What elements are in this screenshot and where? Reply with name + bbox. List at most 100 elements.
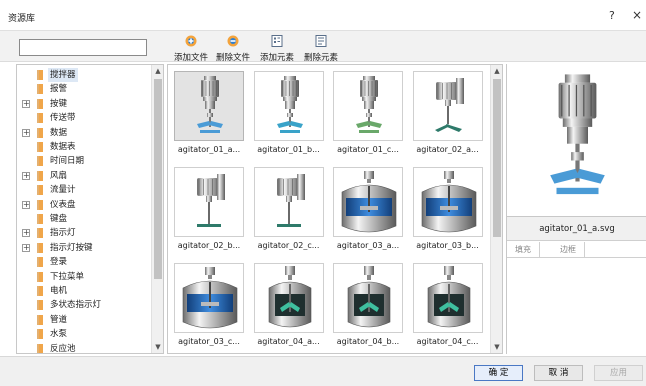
resource-item[interactable]: agitator_03_b...	[409, 163, 487, 255]
resource-item[interactable]: agitator_04_b...	[329, 259, 407, 351]
tree-item[interactable]: + 指示灯按键	[17, 241, 151, 255]
folder-icon	[37, 257, 43, 268]
close-icon[interactable]: ×	[632, 8, 642, 22]
resource-thumbnail	[412, 263, 483, 333]
delete-file-button[interactable]: 删除文件	[215, 34, 251, 63]
preview-panel: agitator_01_a.svg 填充 边框	[506, 64, 646, 354]
resource-item[interactable]: agitator_01_b...	[250, 67, 328, 159]
tree-item-label: 多状态指示灯	[50, 300, 102, 311]
folder-icon	[37, 300, 43, 311]
resource-item[interactable]: agitator_02_c...	[250, 163, 328, 255]
apply-button[interactable]: 应用	[594, 365, 643, 381]
tree-item[interactable]: + 仪表盘	[17, 198, 151, 212]
expand-icon[interactable]: +	[22, 229, 30, 238]
expand-icon[interactable]: +	[22, 200, 30, 209]
resource-item[interactable]: agitator_02_a...	[409, 67, 487, 159]
agitator-icon	[347, 266, 391, 328]
tree-item[interactable]: 管道	[17, 313, 151, 327]
resource-item[interactable]: agitator_04_a...	[250, 259, 328, 351]
resource-thumbnail	[333, 167, 403, 237]
tree-item[interactable]: 键盘	[17, 212, 151, 226]
tree-item-label: 按键	[50, 98, 68, 109]
agitator-icon	[356, 76, 382, 133]
folder-icon	[37, 98, 43, 109]
tree-item[interactable]: 电机	[17, 284, 151, 298]
search-input[interactable]	[19, 39, 147, 56]
grid-scroll-thumb[interactable]	[493, 79, 501, 237]
tree-item[interactable]: 登录	[17, 255, 151, 269]
delete-element-icon	[315, 35, 327, 47]
folder-icon	[37, 185, 43, 196]
resource-item[interactable]: agitator_03_c...	[170, 259, 248, 351]
grid-scrollbar[interactable]: ▲ ▼	[490, 65, 502, 353]
resource-item[interactable]: agitator_04_c...	[409, 259, 487, 351]
expand-icon[interactable]: +	[22, 128, 30, 137]
help-icon[interactable]: ?	[609, 9, 615, 22]
tree-item[interactable]: 数据表	[17, 140, 151, 154]
agitator-icon	[276, 76, 303, 133]
tree-item[interactable]: 传送带	[17, 111, 151, 125]
agitator-icon	[268, 266, 311, 328]
resource-thumbnail	[412, 167, 483, 237]
tree-item[interactable]: + 按键	[17, 97, 151, 111]
resource-caption: agitator_03_b...	[416, 241, 479, 250]
folder-icon	[37, 329, 43, 340]
tree-item-label: 电机	[50, 286, 68, 296]
resource-caption: agitator_01_b...	[257, 145, 320, 154]
tree-item-label: 传送带	[50, 113, 76, 124]
add-file-icon	[185, 35, 197, 47]
tree-item[interactable]: 时间日期	[17, 154, 151, 168]
agitator-icon	[421, 171, 476, 233]
resource-thumbnail	[253, 71, 324, 141]
scroll-up-icon[interactable]: ▲	[491, 65, 502, 77]
resource-item[interactable]: agitator_02_b...	[170, 163, 248, 255]
tree-item[interactable]: 流量计	[17, 183, 151, 197]
window-title: 资源库	[8, 14, 36, 24]
add-element-button[interactable]: 添加元素	[259, 34, 295, 63]
tree-item-label: 报警	[50, 84, 68, 95]
expand-icon[interactable]: +	[22, 171, 30, 180]
resource-item[interactable]: agitator_03_a...	[329, 163, 407, 255]
expand-icon[interactable]: +	[22, 99, 30, 108]
tree-item[interactable]: + 风扇	[17, 169, 151, 183]
tree-scroll-thumb[interactable]	[154, 79, 162, 279]
agitator-icon	[197, 76, 223, 133]
resource-caption: agitator_03_c...	[178, 337, 240, 346]
resource-item[interactable]: agitator_01_a...	[170, 67, 248, 159]
tree-item[interactable]: 反应池	[17, 342, 151, 353]
tree-item[interactable]: 水泵	[17, 327, 151, 341]
scroll-down-icon[interactable]: ▼	[152, 341, 163, 353]
scroll-up-icon[interactable]: ▲	[152, 65, 163, 77]
resource-item[interactable]: agitator_01_c...	[329, 67, 407, 159]
resource-thumbnail	[333, 263, 403, 333]
folder-icon	[37, 70, 43, 80]
tree-item[interactable]: + 指示灯	[17, 226, 151, 240]
tree-item[interactable]: + 数据	[17, 126, 151, 140]
ok-button[interactable]: 确 定	[474, 365, 523, 381]
resource-caption: agitator_02_a...	[416, 145, 479, 154]
tree-item[interactable]: 多状态指示灯	[17, 298, 151, 312]
preview-file-name: agitator_01_a.svg	[507, 217, 646, 241]
tab-border[interactable]: 边框	[552, 242, 585, 258]
resource-caption: agitator_02_c...	[257, 241, 320, 250]
cancel-button[interactable]: 取 消	[534, 365, 583, 381]
dialog-footer: 确 定 取 消 应用	[0, 356, 646, 386]
folder-icon	[37, 199, 43, 210]
agitator-icon	[434, 78, 464, 132]
folder-icon	[37, 113, 43, 124]
tree-item[interactable]: 搅拌器	[17, 68, 151, 82]
agitator-icon	[182, 267, 238, 329]
tree-item[interactable]: 报警	[17, 82, 151, 96]
tree-item-label: 指示灯按键	[50, 242, 93, 253]
scroll-down-icon[interactable]: ▼	[491, 341, 502, 353]
tree-item[interactable]: 下拉菜单	[17, 270, 151, 284]
folder-icon	[37, 214, 43, 224]
tab-fill[interactable]: 填充	[507, 242, 540, 258]
folder-icon	[37, 314, 43, 325]
tree-scrollbar[interactable]: ▲ ▼	[151, 65, 163, 353]
add-file-button[interactable]: 添加文件	[173, 34, 209, 63]
delete-element-button[interactable]: 删除元素	[303, 34, 339, 63]
folder-icon	[37, 242, 43, 253]
expand-icon[interactable]: +	[22, 243, 30, 252]
folder-icon	[37, 286, 43, 296]
